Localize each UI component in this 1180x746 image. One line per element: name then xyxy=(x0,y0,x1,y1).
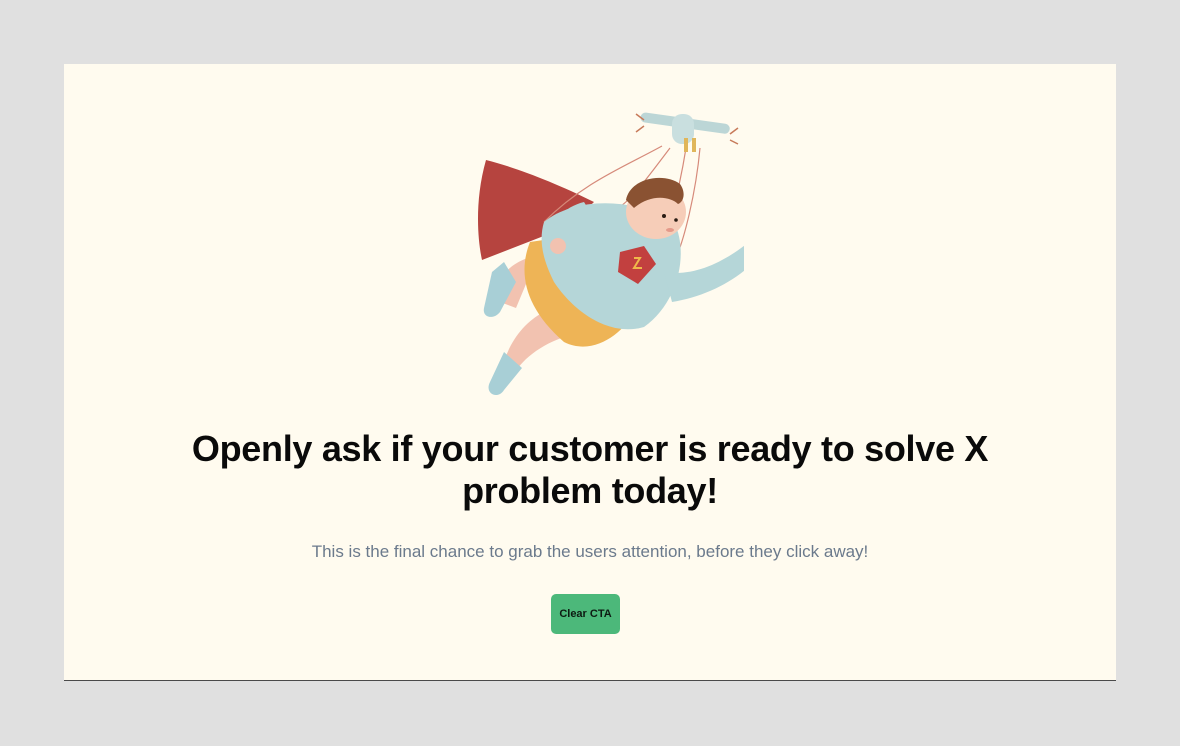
clear-cta-button[interactable]: Clear CTA xyxy=(551,594,620,634)
headline-line-1: Openly ask if your customer is ready to … xyxy=(191,428,989,469)
cta-section: Openly ask if your customer is ready to … xyxy=(64,64,1116,681)
subtitle: This is the final chance to grab the use… xyxy=(311,542,869,561)
headline: Openly ask if your customer is ready to … xyxy=(144,428,1036,512)
headline-line-2: problem today! xyxy=(462,470,718,511)
flying-superhero-kid-icon xyxy=(478,112,744,396)
